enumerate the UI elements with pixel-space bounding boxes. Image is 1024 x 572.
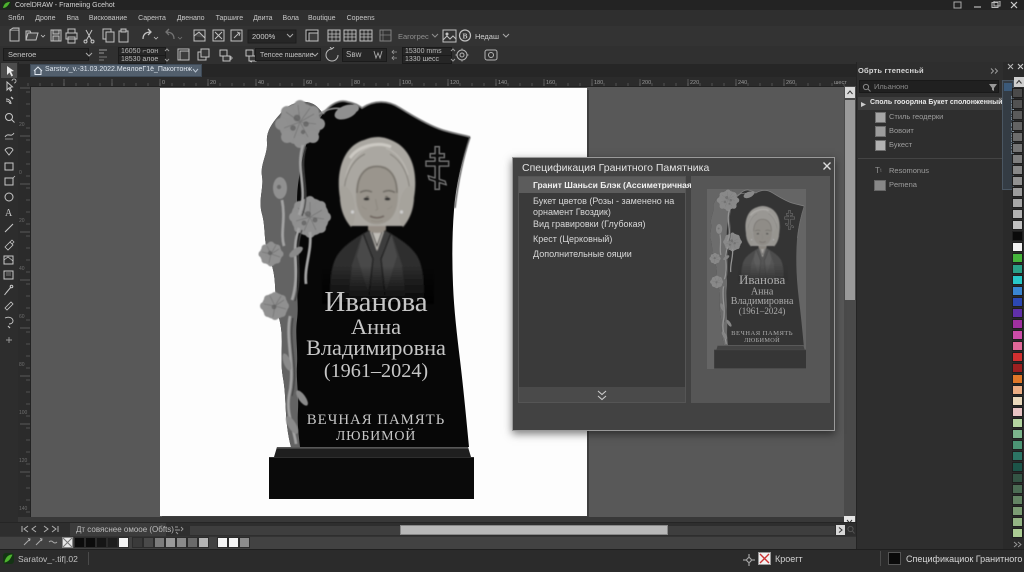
svg-text:0: 0 <box>162 80 165 86</box>
svg-text:20: 20 <box>19 218 25 224</box>
svg-text:60: 60 <box>306 80 312 86</box>
svg-text:180: 180 <box>594 80 603 86</box>
svg-text:220: 220 <box>690 80 699 86</box>
svg-text:B: B <box>463 32 468 41</box>
svg-text:40: 40 <box>258 80 264 86</box>
svg-text:Недаш: Недаш <box>475 32 499 41</box>
svg-text:100: 100 <box>402 80 411 86</box>
svg-text:200: 200 <box>642 80 651 86</box>
svg-text:100: 100 <box>19 410 28 416</box>
svg-text:40: 40 <box>19 266 25 272</box>
svg-text:A: A <box>5 208 13 219</box>
svg-text:240: 240 <box>738 80 747 86</box>
svg-text:260: 260 <box>786 80 795 86</box>
svg-text:120: 120 <box>19 458 28 464</box>
svg-text:20: 20 <box>19 122 25 128</box>
svg-text:80: 80 <box>19 362 25 368</box>
svg-text:120: 120 <box>450 80 459 86</box>
svg-text:160: 160 <box>546 80 555 86</box>
svg-text:20: 20 <box>210 80 216 86</box>
svg-text:140: 140 <box>19 506 28 512</box>
svg-text:140: 140 <box>498 80 507 86</box>
svg-text:60: 60 <box>19 314 25 320</box>
svg-text:80: 80 <box>354 80 360 86</box>
svg-text:2000%: 2000% <box>252 32 276 41</box>
svg-text:Еагогрес: Еагогрес <box>398 32 429 41</box>
svg-text:0: 0 <box>19 170 22 176</box>
